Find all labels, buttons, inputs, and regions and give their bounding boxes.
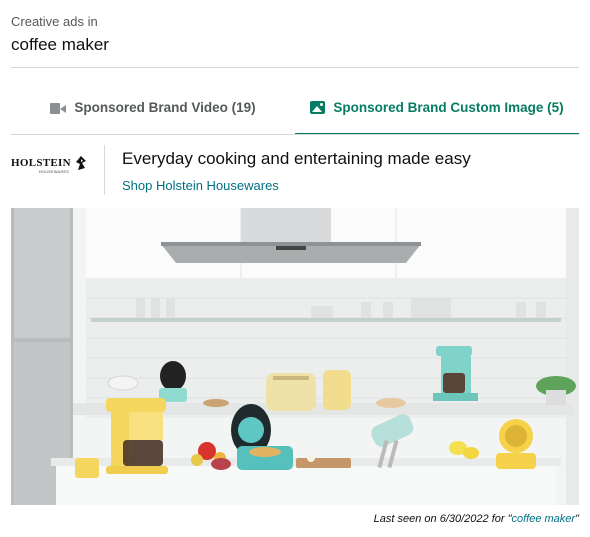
ad-headline: Everyday cooking and entertaining made e… xyxy=(122,149,471,168)
brand-logo-text: HOLSTEIN xyxy=(11,157,71,169)
header-keyword: coffee maker xyxy=(11,35,109,54)
brand-logo[interactable]: HOLSTEIN HOUSEWARES xyxy=(11,151,91,175)
header-subtitle: Creative ads in xyxy=(11,14,98,29)
ad-brand-row: HOLSTEIN HOUSEWARES Everyday cooking and… xyxy=(11,143,579,199)
brand-logo-subtext: HOUSEWARES xyxy=(39,170,70,174)
tab-label: Sponsored Brand Video (19) xyxy=(74,100,256,115)
ad-type-tabs: Sponsored Brand Video (19) Sponsored Bra… xyxy=(11,86,579,135)
tab-sponsored-brand-video[interactable]: Sponsored Brand Video (19) xyxy=(11,86,295,135)
shop-brand-link[interactable]: Shop Holstein Housewares xyxy=(122,178,279,193)
quote-close: " xyxy=(575,513,579,525)
last-seen-footer: Last seen on 6/30/2022 for "coffee maker… xyxy=(374,513,579,525)
header-divider xyxy=(11,67,579,68)
tab-sponsored-brand-custom-image[interactable]: Sponsored Brand Custom Image (5) xyxy=(295,86,579,135)
last-seen-text: Last seen on 6/30/2022 for xyxy=(373,513,508,525)
ad-creative-image[interactable] xyxy=(11,208,579,505)
holstein-cow-icon xyxy=(75,156,86,170)
image-icon xyxy=(310,101,326,114)
last-seen-keyword-link[interactable]: coffee maker xyxy=(512,513,576,525)
kitchen-appliances-photo xyxy=(11,208,579,505)
brand-divider xyxy=(104,145,105,195)
video-camera-icon xyxy=(50,102,67,114)
section-header: Creative ads in coffee maker xyxy=(11,13,579,58)
tab-label: Sponsored Brand Custom Image (5) xyxy=(333,100,564,115)
tabs-divider xyxy=(11,134,579,135)
